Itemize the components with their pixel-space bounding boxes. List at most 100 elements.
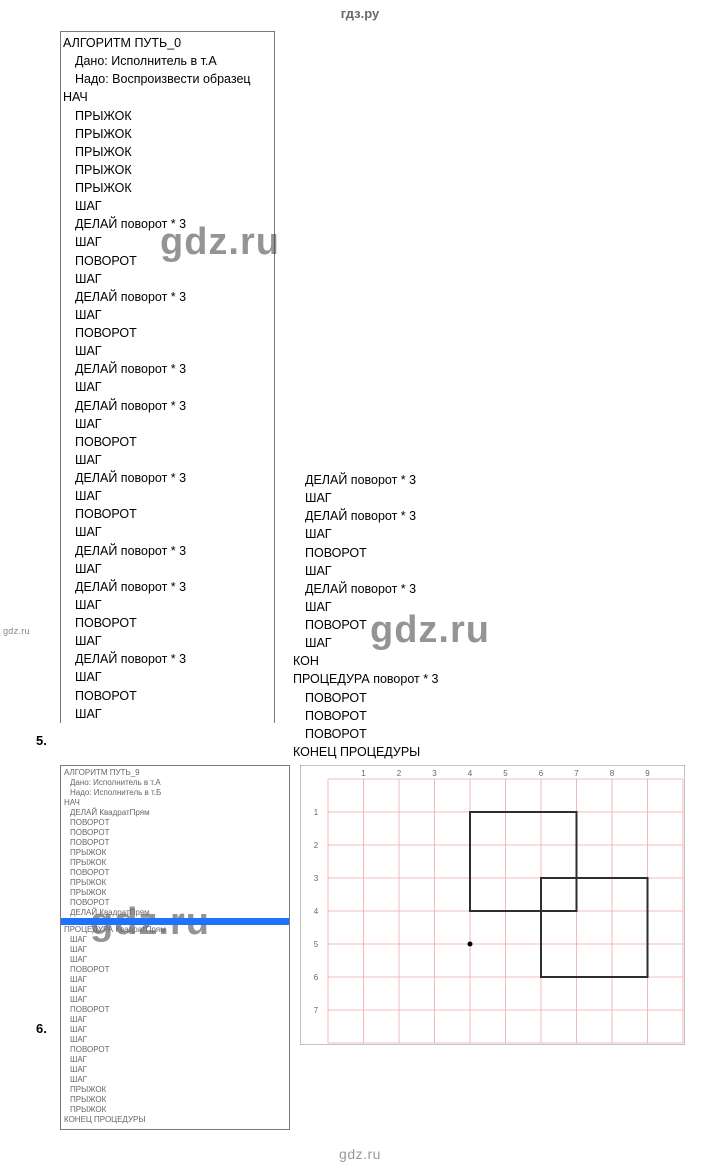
algorithm-block: АЛГОРИТМ ПУТЬ_0 Дано: Исполнитель в т.A …	[60, 31, 720, 761]
task-number-5: 5.	[36, 733, 47, 748]
code-line: ШАГ	[64, 985, 286, 995]
code-line: ШАГ	[293, 634, 493, 652]
code-line: ПРЫЖОК	[63, 179, 266, 197]
code-line: ПОВОРОТ	[293, 544, 493, 562]
algo-column-2: ДЕЛАЙ поворот * 3ШАГДЕЛАЙ поворот * 3ШАГ…	[293, 31, 493, 761]
code-line: ПОВОРОТ	[64, 828, 286, 838]
svg-text:1: 1	[314, 808, 319, 817]
code-line: ПРЫЖОК	[64, 848, 286, 858]
code-line: ШАГ	[293, 525, 493, 543]
svg-text:2: 2	[314, 841, 319, 850]
code-line: ПОВОРОТ	[64, 818, 286, 828]
code-line: ПОВОРОТ	[63, 433, 266, 451]
code-line: ПРЫЖОК	[64, 888, 286, 898]
code-line: ПРЫЖОК	[63, 107, 266, 125]
selection-highlight	[61, 918, 289, 925]
code-line: ШАГ	[63, 378, 266, 396]
code-line: ПОВОРОТ	[63, 324, 266, 342]
algo-given: Дано: Исполнитель в т.A	[63, 52, 266, 70]
code-line: ШАГ	[293, 562, 493, 580]
code-line: ДЕЛАЙ поворот * 3	[63, 397, 266, 415]
algo-need: Надо: Воспроизвести образец	[63, 70, 266, 88]
code-line: ШАГ	[63, 451, 266, 469]
code-line: ДЕЛАЙ поворот * 3	[63, 215, 266, 233]
code-line: ШАГ	[64, 1015, 286, 1025]
svg-text:6: 6	[539, 769, 544, 778]
code-line: АЛГОРИТМ ПУТЬ_9	[64, 768, 286, 778]
svg-text:5: 5	[314, 940, 319, 949]
svg-text:4: 4	[468, 769, 473, 778]
code-line: ШАГ	[64, 1075, 286, 1085]
code-line: ПОВОРОТ	[293, 616, 493, 634]
watermark-small: gdz.ru	[3, 626, 30, 636]
code-line: КОН	[293, 652, 493, 670]
code-line: КОНЕЦ ПРОЦЕДУРЫ	[293, 743, 493, 761]
svg-text:5: 5	[503, 769, 508, 778]
svg-text:7: 7	[314, 1006, 319, 1015]
code-line: ШАГ	[63, 487, 266, 505]
svg-text:3: 3	[432, 769, 437, 778]
code-line: ШАГ	[64, 935, 286, 945]
algo-title: АЛГОРИТМ ПУТЬ_0	[63, 34, 266, 52]
code-line: ДЕЛАЙ поворот * 3	[63, 469, 266, 487]
code-line: ДЕЛАЙ поворот * 3	[293, 580, 493, 598]
svg-text:4: 4	[314, 907, 319, 916]
code-line: ШАГ	[64, 1035, 286, 1045]
code-line: ПОВОРОТ	[63, 505, 266, 523]
code-line: ПРЫЖОК	[63, 125, 266, 143]
code-line: ШАГ	[63, 705, 266, 723]
code-line: ПРЫЖОК	[64, 1095, 286, 1105]
code-line: ПОВОРОТ	[64, 1005, 286, 1015]
code-line: ПОВОРОТ	[63, 614, 266, 632]
code-line: КОНЕЦ ПРОЦЕДУРЫ	[64, 1115, 286, 1125]
task-number-6: 6.	[36, 1021, 47, 1036]
code-line: ПОВОРОТ	[293, 689, 493, 707]
code-line: ПОВОРОТ	[64, 1045, 286, 1055]
code-line: Дано: Исполнитель в т.A	[64, 778, 286, 788]
code-line: ШАГ	[64, 1065, 286, 1075]
svg-text:1: 1	[361, 769, 366, 778]
code-line: ШАГ	[63, 270, 266, 288]
code-line: ШАГ	[64, 975, 286, 985]
code-line: ШАГ	[293, 598, 493, 616]
mini-editor[interactable]: АЛГОРИТМ ПУТЬ_9Дано: Исполнитель в т.AНа…	[60, 765, 290, 1130]
svg-text:2: 2	[397, 769, 402, 778]
code-line: ПРЫЖОК	[64, 1105, 286, 1115]
page-footer: gdz.ru	[0, 1130, 720, 1170]
code-line: ПРЫЖОК	[63, 143, 266, 161]
grid-svg: 1234567891234567	[300, 765, 685, 1045]
code-line: ПРЫЖОК	[64, 858, 286, 868]
svg-text:9: 9	[645, 769, 650, 778]
code-line: ШАГ	[64, 955, 286, 965]
code-line: ШАГ	[63, 233, 266, 251]
algo-nach: НАЧ	[63, 88, 266, 106]
drawing-canvas: 1234567891234567	[300, 765, 720, 1130]
code-line: ПРОЦЕДУРА КвадратПрям	[64, 925, 286, 935]
code-line: ПОВОРОТ	[293, 725, 493, 743]
code-line: ШАГ	[63, 415, 266, 433]
code-line: ПОВОРОТ	[64, 868, 286, 878]
code-line: ШАГ	[64, 945, 286, 955]
code-line: ДЕЛАЙ поворот * 3	[63, 650, 266, 668]
code-line: ШАГ	[63, 306, 266, 324]
code-line: ШАГ	[293, 489, 493, 507]
code-line: ПРЫЖОК	[64, 1085, 286, 1095]
code-line: Надо: Исполнитель в т.Б	[64, 788, 286, 798]
code-line: ПОВОРОТ	[63, 687, 266, 705]
code-line: ШАГ	[63, 632, 266, 650]
code-line: ПРЫЖОК	[63, 161, 266, 179]
code-line: ДЕЛАЙ КвадратПрям	[64, 808, 286, 818]
code-line: ПОВОРОТ	[64, 838, 286, 848]
svg-text:8: 8	[610, 769, 615, 778]
code-line: ШАГ	[64, 1025, 286, 1035]
code-line: ПОВОРОТ	[64, 898, 286, 908]
code-line: ДЕЛАЙ поворот * 3	[63, 288, 266, 306]
code-line: ДЕЛАЙ поворот * 3	[63, 578, 266, 596]
code-line: ШАГ	[64, 1055, 286, 1065]
code-line: ШАГ	[63, 560, 266, 578]
code-line: ШАГ	[64, 995, 286, 1005]
code-line: ПОВОРОТ	[64, 965, 286, 975]
code-line: ШАГ	[63, 523, 266, 541]
svg-text:3: 3	[314, 874, 319, 883]
svg-text:7: 7	[574, 769, 579, 778]
